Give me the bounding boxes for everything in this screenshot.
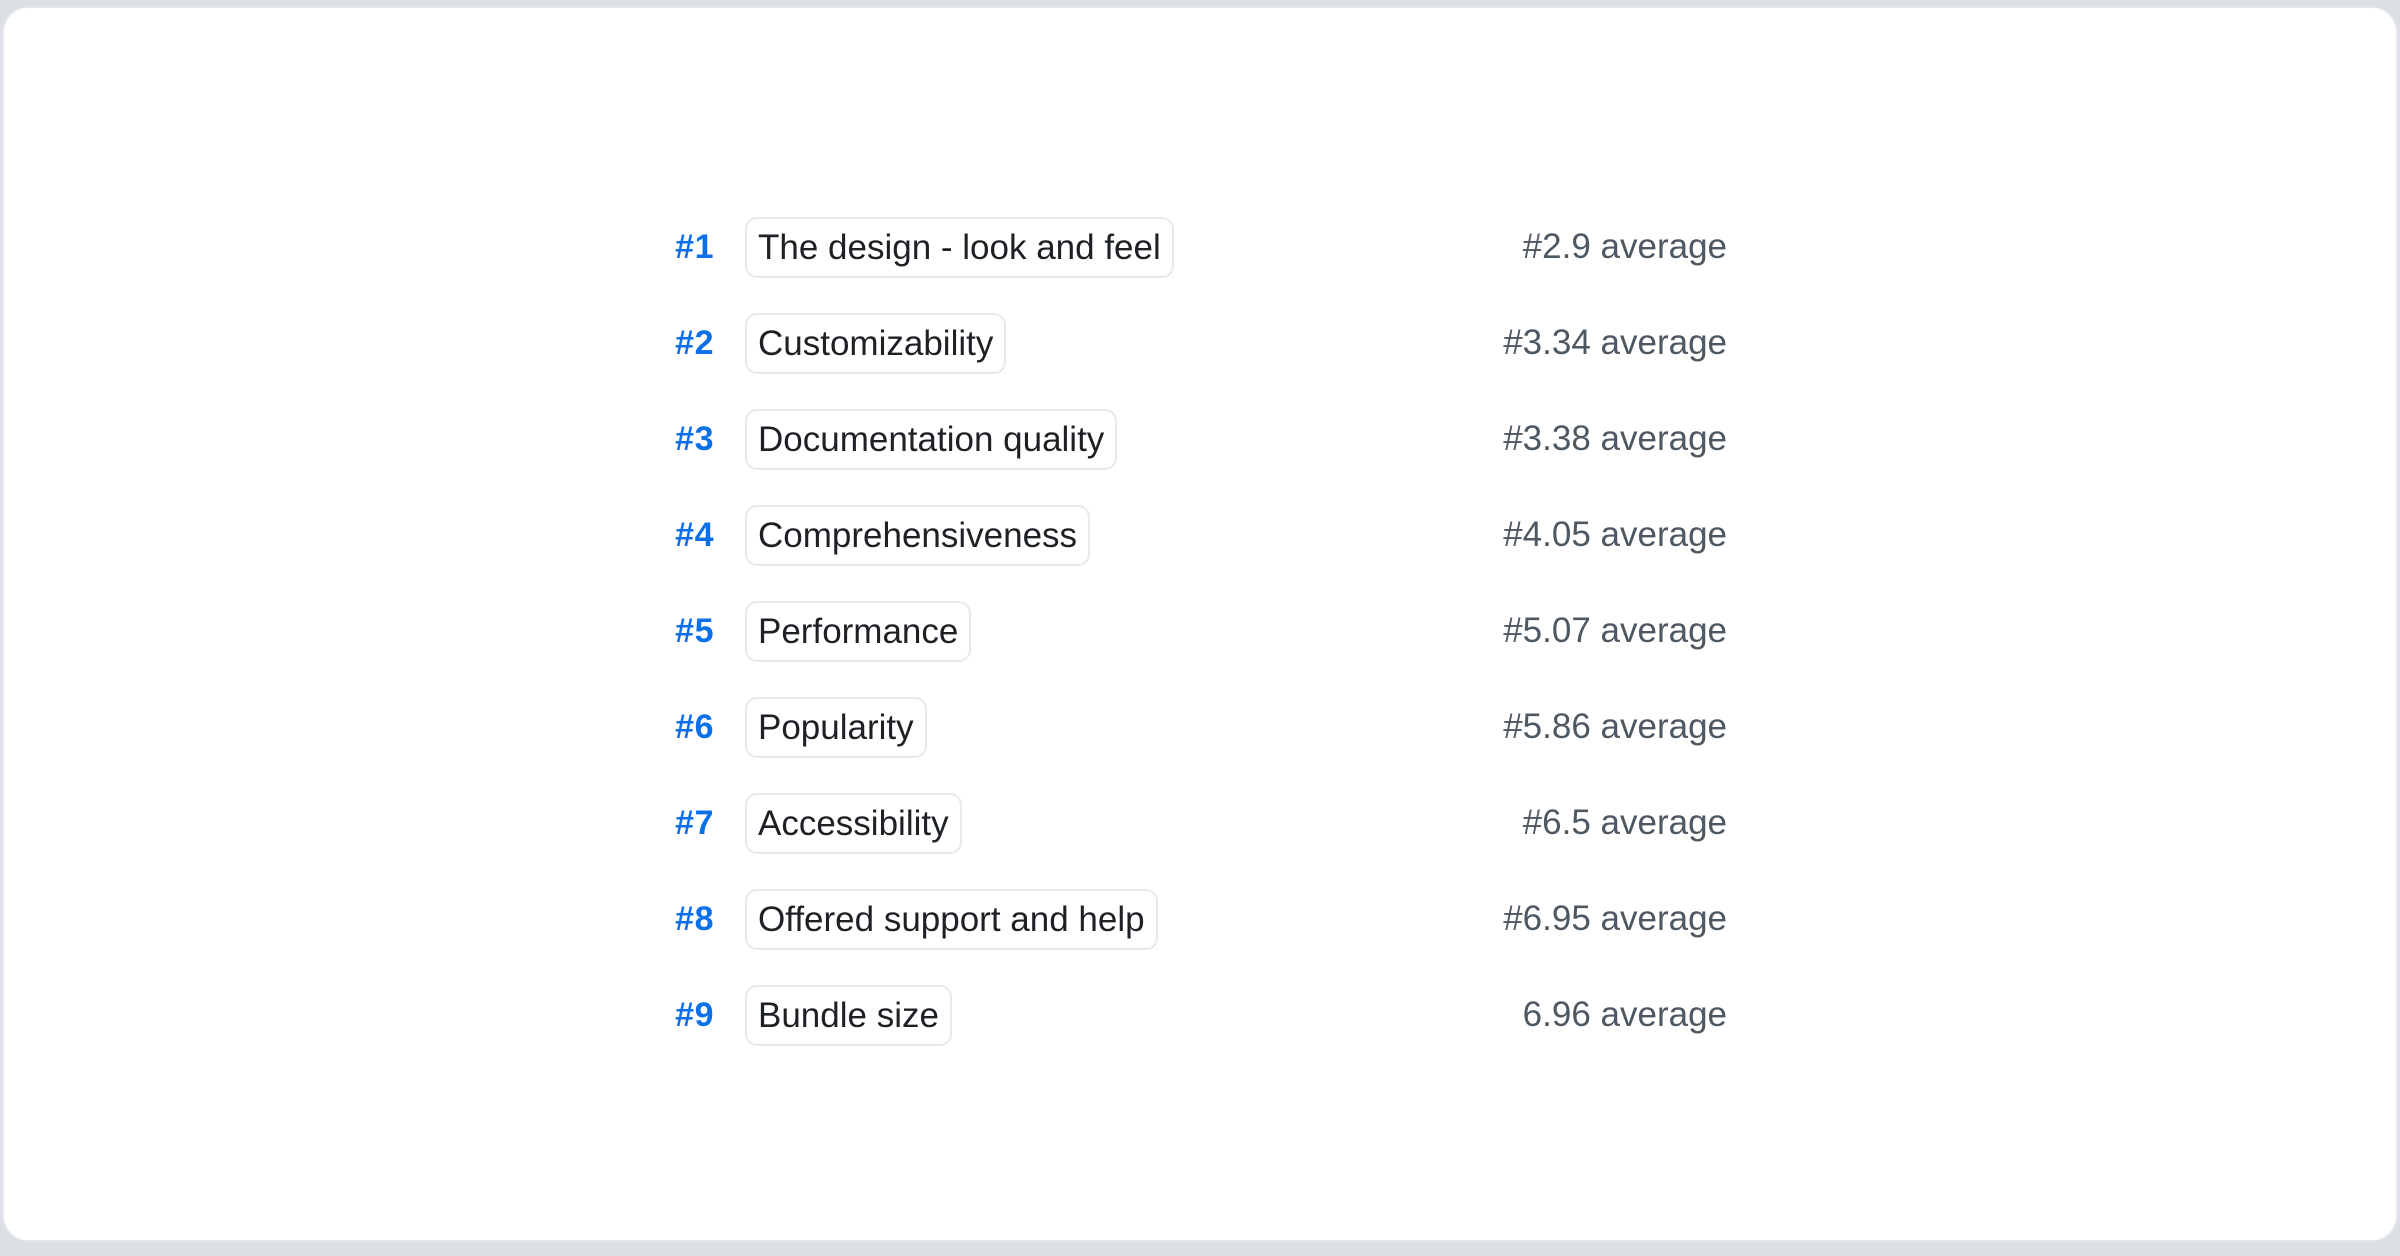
rank-number: #7	[4, 804, 714, 843]
rank-number: #4	[4, 516, 714, 555]
option-label: Bundle size	[758, 995, 939, 1036]
option-label: Performance	[758, 611, 958, 652]
average-score: #5.86 average	[1503, 707, 1727, 747]
average-score: #4.05 average	[1503, 515, 1727, 555]
option-chip[interactable]: Performance	[745, 601, 971, 662]
average-score: #3.38 average	[1503, 419, 1727, 459]
ranking-row: #1 The design - look and feel #2.9 avera…	[4, 199, 2396, 295]
option-chip[interactable]: Offered support and help	[745, 889, 1158, 950]
average-score: #2.9 average	[1523, 227, 1727, 267]
ranking-list: #1 The design - look and feel #2.9 avera…	[4, 199, 2396, 1063]
option-chip[interactable]: Comprehensiveness	[745, 505, 1090, 566]
option-label: Documentation quality	[758, 419, 1104, 460]
rank-number: #8	[4, 900, 714, 939]
option-label: Accessibility	[758, 803, 949, 844]
average-score: #6.95 average	[1503, 899, 1727, 939]
option-label: Popularity	[758, 707, 914, 748]
ranking-row: #3 Documentation quality #3.38 average	[4, 391, 2396, 487]
ranking-row: #8 Offered support and help #6.95 averag…	[4, 871, 2396, 967]
rank-number: #3	[4, 420, 714, 459]
option-chip[interactable]: Popularity	[745, 697, 927, 758]
option-chip[interactable]: Bundle size	[745, 985, 952, 1046]
rank-number: #6	[4, 708, 714, 747]
option-label: The design - look and feel	[758, 227, 1161, 268]
average-score: #6.5 average	[1523, 803, 1727, 843]
ranking-row: #4 Comprehensiveness #4.05 average	[4, 487, 2396, 583]
option-label: Comprehensiveness	[758, 515, 1077, 556]
ranking-row: #2 Customizability #3.34 average	[4, 295, 2396, 391]
option-label: Offered support and help	[758, 899, 1145, 940]
average-score: #3.34 average	[1503, 323, 1727, 363]
rank-number: #1	[4, 228, 714, 267]
option-label: Customizability	[758, 323, 993, 364]
rank-number: #5	[4, 612, 714, 651]
option-chip[interactable]: Accessibility	[745, 793, 962, 854]
option-chip[interactable]: Customizability	[745, 313, 1006, 374]
rank-number: #2	[4, 324, 714, 363]
results-card: #1 The design - look and feel #2.9 avera…	[2, 6, 2398, 1242]
option-chip[interactable]: Documentation quality	[745, 409, 1117, 470]
ranking-row: #5 Performance #5.07 average	[4, 583, 2396, 679]
ranking-row: #9 Bundle size 6.96 average	[4, 967, 2396, 1063]
average-score: #5.07 average	[1503, 611, 1727, 651]
average-score: 6.96 average	[1523, 995, 1727, 1035]
ranking-row: #7 Accessibility #6.5 average	[4, 775, 2396, 871]
rank-number: #9	[4, 996, 714, 1035]
ranking-row: #6 Popularity #5.86 average	[4, 679, 2396, 775]
option-chip[interactable]: The design - look and feel	[745, 217, 1174, 278]
